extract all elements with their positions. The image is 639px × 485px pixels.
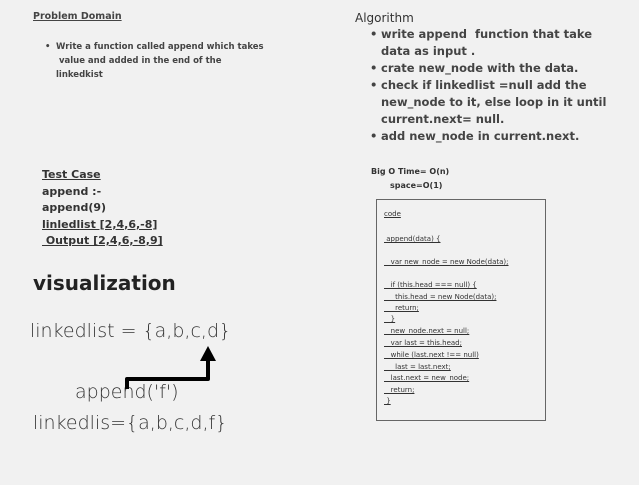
code-line: while (last.next !== null) — [384, 351, 479, 359]
code-title: code — [384, 210, 401, 218]
code-line: append(data) { — [384, 235, 441, 243]
code-line: last.next = new_node; — [384, 374, 470, 382]
code-line: } — [384, 397, 391, 405]
code-box: code append(data) { var new_node = new N… — [376, 199, 546, 421]
canvas: Problem Domain • Write a function called… — [0, 0, 639, 485]
code-line: if (this.head === null) { — [384, 281, 477, 289]
code-line: return; — [384, 304, 419, 312]
code-line: var last = this.head; — [384, 339, 462, 347]
code-line: } — [384, 315, 396, 323]
code-line: return; — [384, 386, 415, 394]
code-line: this.head = new Node(data); — [384, 293, 497, 301]
big-o-space: space=O(1) — [390, 181, 443, 190]
code-line: new_node.next = null; — [384, 327, 470, 335]
code-line: last = last.next; — [384, 363, 451, 371]
big-o-time: Big O Time= O(n) — [371, 167, 450, 176]
code-line: var new_node = new Node(data); — [384, 258, 509, 266]
